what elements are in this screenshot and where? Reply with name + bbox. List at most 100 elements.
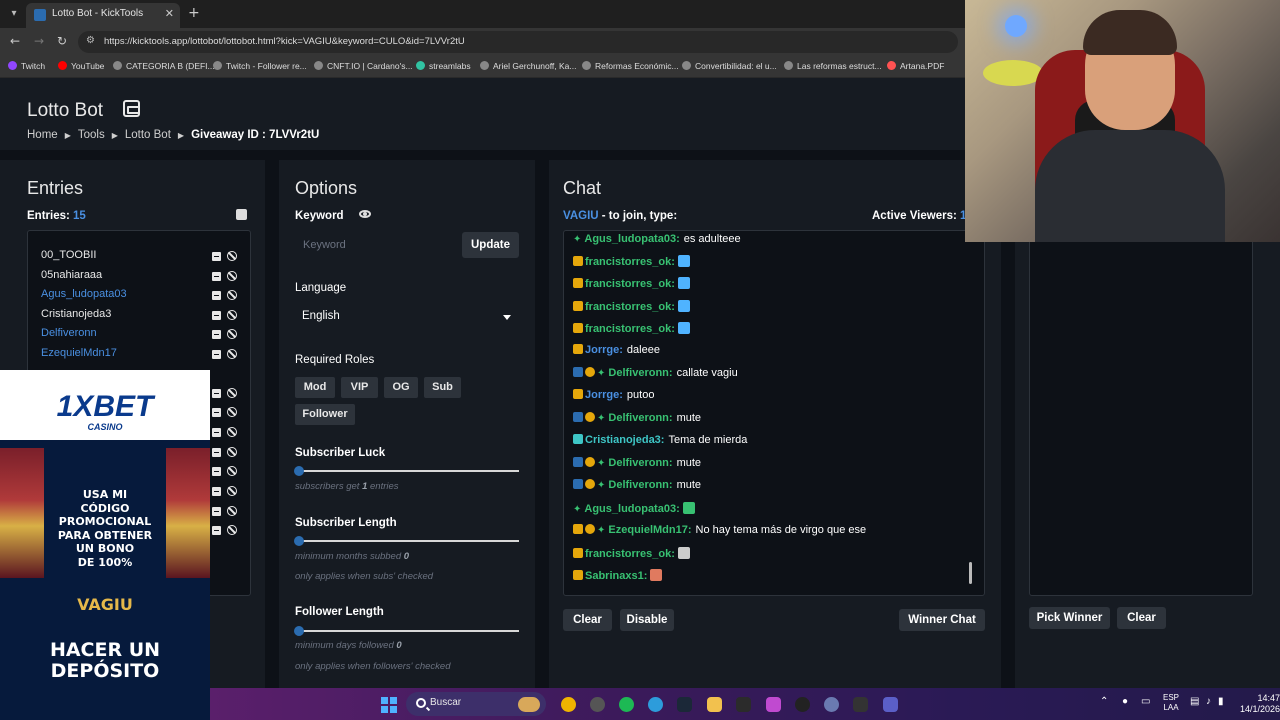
close-icon[interactable]: ✕ bbox=[165, 7, 174, 20]
remove-entry-icon[interactable] bbox=[212, 330, 221, 339]
browser-tab[interactable]: Lotto Bot - KickTools ✕ bbox=[26, 3, 180, 28]
folder-icon[interactable] bbox=[707, 697, 722, 712]
language-indicator[interactable]: ESP LAA bbox=[1163, 693, 1179, 713]
copilot-icon[interactable] bbox=[766, 697, 781, 712]
remove-entry-icon[interactable] bbox=[212, 291, 221, 300]
remove-entry-icon[interactable] bbox=[212, 252, 221, 261]
chat-scrollbar[interactable] bbox=[969, 562, 972, 584]
chat-username[interactable]: francistorres_ok: bbox=[585, 256, 675, 268]
bookmark-item[interactable]: YouTube bbox=[58, 61, 104, 71]
chat-username[interactable]: Cristianojeda3: bbox=[585, 434, 664, 446]
remove-entry-icon[interactable] bbox=[212, 408, 221, 417]
role-og-toggle[interactable]: OG bbox=[384, 377, 418, 398]
ban-icon[interactable] bbox=[227, 506, 237, 516]
battery-icon[interactable]: ▮ bbox=[1218, 697, 1224, 707]
meta-icon[interactable] bbox=[853, 697, 868, 712]
remove-entry-icon[interactable] bbox=[212, 448, 221, 457]
chat-username[interactable]: EzequielMdn17: bbox=[608, 524, 691, 536]
network-icon[interactable]: ▤ bbox=[1190, 697, 1199, 707]
ban-icon[interactable] bbox=[227, 407, 237, 417]
chat-username[interactable]: Agus_ludopata03: bbox=[584, 233, 679, 245]
url-text[interactable]: https://kicktools.app/lottobot/lottobot.… bbox=[104, 36, 465, 47]
ban-icon[interactable] bbox=[227, 427, 237, 437]
ban-icon[interactable] bbox=[227, 251, 237, 261]
chat-username[interactable]: francistorres_ok: bbox=[585, 548, 675, 560]
remove-entry-icon[interactable] bbox=[212, 350, 221, 359]
bookmark-item[interactable]: Reformas Económic... bbox=[582, 61, 679, 71]
remove-entry-icon[interactable] bbox=[212, 272, 221, 281]
role-mod-toggle[interactable]: Mod bbox=[295, 377, 335, 398]
widget-icon[interactable] bbox=[518, 697, 540, 712]
chat-username[interactable]: Sabrinaxs1: bbox=[585, 570, 647, 582]
keyword-input[interactable] bbox=[295, 232, 457, 258]
teams-icon[interactable] bbox=[883, 697, 898, 712]
ban-icon[interactable] bbox=[227, 447, 237, 457]
taskbar-clock[interactable]: 14:47 14/1/2026 bbox=[1240, 693, 1280, 715]
keyboard-icon[interactable]: ▭ bbox=[1141, 697, 1150, 707]
winner-chat-button[interactable]: Winner Chat bbox=[899, 609, 985, 631]
bookmark-item[interactable]: Twitch bbox=[8, 61, 45, 71]
update-button[interactable]: Update bbox=[462, 232, 519, 258]
subscriber-length-track[interactable] bbox=[299, 540, 519, 542]
ban-icon[interactable] bbox=[227, 329, 237, 339]
steam-icon[interactable] bbox=[677, 697, 692, 712]
winner-clear-button[interactable]: Clear bbox=[1117, 607, 1166, 629]
spotify-icon[interactable] bbox=[619, 697, 634, 712]
breadcrumb-lotto-bot[interactable]: Lotto Bot bbox=[125, 129, 171, 141]
bookmark-item[interactable]: Twitch - Follower re... bbox=[213, 61, 307, 71]
volume-icon[interactable]: ♪ bbox=[1206, 697, 1211, 707]
app-icon[interactable] bbox=[590, 697, 605, 712]
ban-icon[interactable] bbox=[227, 349, 237, 359]
remove-entry-icon[interactable] bbox=[212, 526, 221, 535]
site-info-icon[interactable]: ⚙ bbox=[86, 35, 95, 46]
ban-icon[interactable] bbox=[227, 290, 237, 300]
app-icon[interactable] bbox=[736, 697, 751, 712]
obs-icon[interactable] bbox=[795, 697, 810, 712]
app-icon[interactable] bbox=[824, 697, 839, 712]
chat-username[interactable]: Delfiveronn: bbox=[608, 457, 672, 469]
chat-username[interactable]: Jorrge: bbox=[585, 389, 623, 401]
breadcrumb-tools[interactable]: Tools bbox=[78, 129, 105, 141]
follower-length-slider[interactable] bbox=[294, 626, 304, 636]
tab-list-icon[interactable]: ▾ bbox=[6, 6, 22, 22]
chat-username[interactable]: Delfiveronn: bbox=[608, 412, 672, 424]
eye-icon[interactable] bbox=[359, 210, 371, 218]
address-bar[interactable]: ⚙ https://kicktools.app/lottobot/lottobo… bbox=[78, 31, 958, 53]
microphone-icon[interactable]: ● bbox=[1122, 697, 1128, 707]
role-sub-toggle[interactable]: Sub bbox=[424, 377, 461, 398]
subscriber-luck-slider[interactable] bbox=[294, 466, 304, 476]
pick-winner-button[interactable]: Pick Winner bbox=[1029, 607, 1110, 629]
subscriber-length-slider[interactable] bbox=[294, 536, 304, 546]
chat-username[interactable]: Delfiveronn: bbox=[608, 479, 672, 491]
ban-icon[interactable] bbox=[227, 271, 237, 281]
chrome-icon[interactable] bbox=[561, 697, 576, 712]
role-vip-toggle[interactable]: VIP bbox=[341, 377, 378, 398]
breadcrumb-home[interactable]: Home bbox=[27, 129, 58, 141]
bookmark-item[interactable]: CNFT.IO | Cardano's... bbox=[314, 61, 413, 71]
ban-icon[interactable] bbox=[227, 466, 237, 476]
chevron-up-icon[interactable]: ⌃ bbox=[1100, 697, 1108, 707]
ban-icon[interactable] bbox=[227, 486, 237, 496]
remove-entry-icon[interactable] bbox=[212, 467, 221, 476]
new-tab-icon[interactable]: + bbox=[188, 5, 200, 21]
chat-clear-button[interactable]: Clear bbox=[563, 609, 612, 631]
remove-entry-icon[interactable] bbox=[212, 507, 221, 516]
forward-icon[interactable]: → bbox=[34, 34, 44, 48]
subscriber-luck-track[interactable] bbox=[299, 470, 519, 472]
remove-entry-icon[interactable] bbox=[212, 428, 221, 437]
role-follower-toggle[interactable]: Follower bbox=[295, 404, 355, 425]
chat-username[interactable]: Delfiveronn: bbox=[608, 367, 672, 379]
chat-username[interactable]: Jorrge: bbox=[585, 344, 623, 356]
chat-username[interactable]: francistorres_ok: bbox=[585, 323, 675, 335]
remove-entry-icon[interactable] bbox=[212, 487, 221, 496]
chat-disable-button[interactable]: Disable bbox=[620, 609, 674, 631]
edge-icon[interactable] bbox=[648, 697, 663, 712]
bookmark-item[interactable]: streamlabs bbox=[416, 61, 471, 71]
chat-username[interactable]: Agus_ludopata03: bbox=[584, 503, 679, 515]
windows-start-icon[interactable] bbox=[381, 697, 397, 713]
language-select[interactable]: English bbox=[295, 304, 519, 330]
copy-icon[interactable] bbox=[236, 209, 247, 220]
remove-entry-icon[interactable] bbox=[212, 389, 221, 398]
bookmark-item[interactable]: Ariel Gerchunoff, Ka... bbox=[480, 61, 576, 71]
back-icon[interactable]: ← bbox=[10, 34, 20, 48]
